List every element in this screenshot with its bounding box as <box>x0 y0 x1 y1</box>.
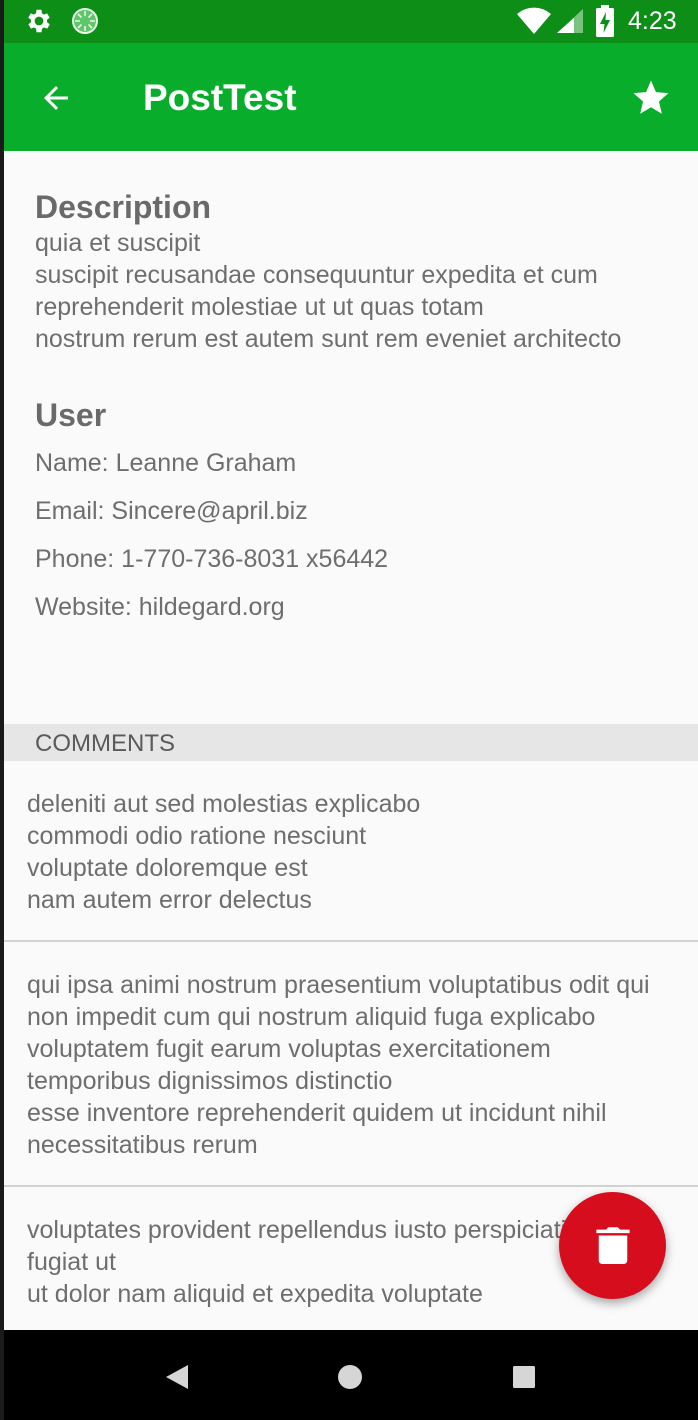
delete-button[interactable] <box>559 1192 666 1299</box>
page-title: PostTest <box>143 77 297 118</box>
comments-header: COMMENTS <box>4 724 698 761</box>
user-phone: Phone: 1-770-736-8031 x56442 <box>35 545 389 573</box>
navigation-bar <box>4 1330 698 1420</box>
user-heading: User <box>35 397 107 433</box>
nav-recents-icon[interactable] <box>512 1365 536 1389</box>
nav-home-icon[interactable] <box>337 1364 363 1390</box>
comment-item[interactable]: deleniti aut sed molestias explicabo com… <box>4 761 698 942</box>
loading-spinner-icon <box>72 8 98 34</box>
description-text: quia et suscipit suscipit recusandae con… <box>35 229 622 353</box>
user-name: Name: Leanne Graham <box>35 449 297 477</box>
star-icon[interactable] <box>630 77 672 119</box>
trash-icon <box>596 1227 630 1264</box>
status-bar: 4:23 <box>4 0 698 43</box>
app-bar: PostTest <box>4 43 698 151</box>
screen: 4:23 PostTest Description quia et suscip… <box>4 0 698 1420</box>
user-website: Website: hildegard.org <box>35 593 285 621</box>
comment-item[interactable]: qui ipsa animi nostrum praesentium volup… <box>4 942 698 1187</box>
arrow-back-icon[interactable] <box>38 80 74 116</box>
description-heading: Description <box>35 189 212 225</box>
user-email: Email: Sincere@april.biz <box>35 497 308 525</box>
cell-signal-icon <box>557 9 583 33</box>
user-info: Name: Leanne Graham Email: Sincere@april… <box>35 447 675 623</box>
battery-charging-icon <box>596 5 614 37</box>
clock: 4:23 <box>628 7 677 35</box>
wifi-icon <box>517 7 551 34</box>
gear-icon <box>28 9 50 33</box>
nav-back-icon[interactable] <box>164 1363 190 1391</box>
post-details: Description quia et suscipit suscipit re… <box>35 187 675 623</box>
